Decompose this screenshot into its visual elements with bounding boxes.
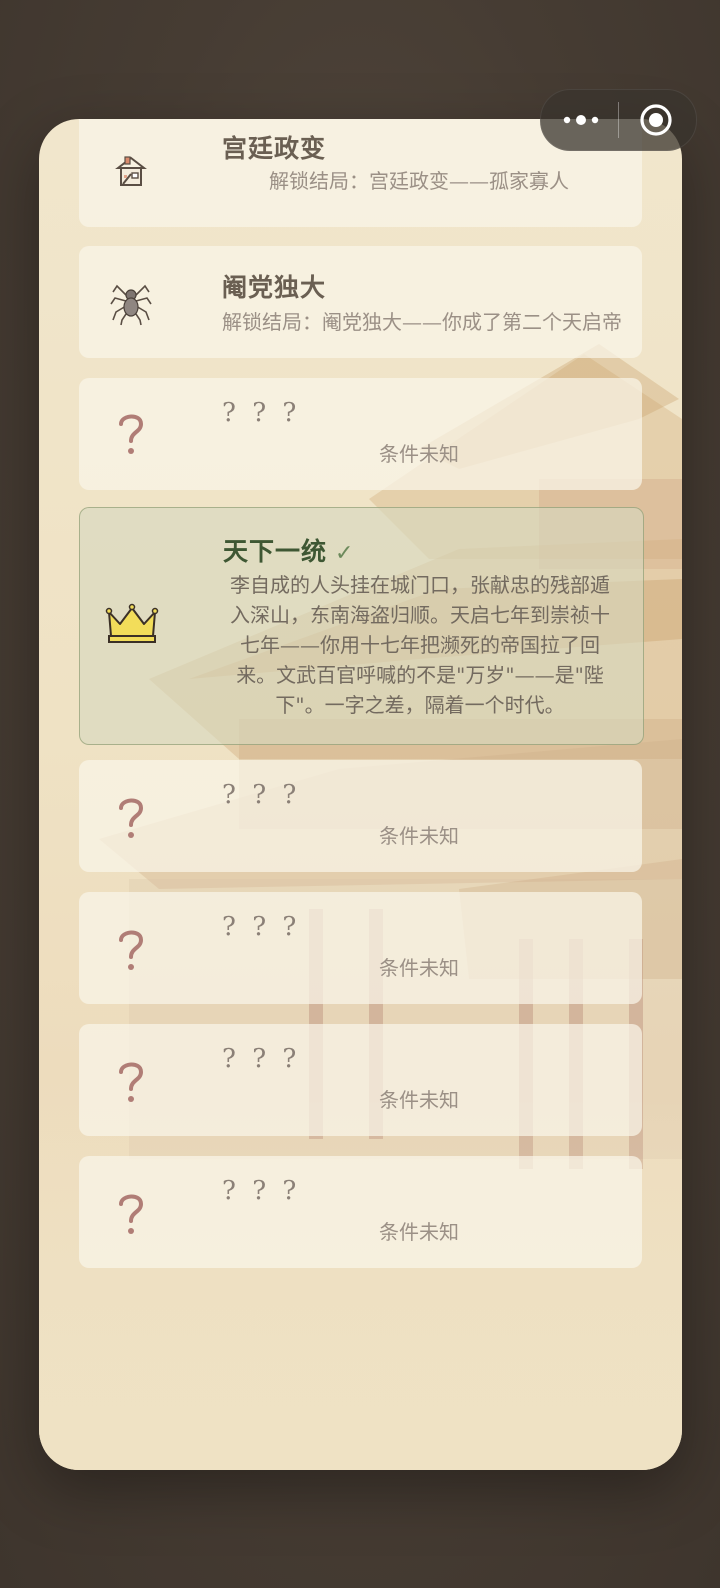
ending-title: 阉党独大 [222, 273, 327, 302]
ending-card-eunuch-faction[interactable]: 阉党独大 解锁结局：阉党独大——你成了第二个天启帝 [79, 246, 642, 358]
ending-description: 条件未知 [379, 956, 459, 980]
crown-icon [102, 594, 162, 654]
ending-card-locked[interactable]: ? ? ? 条件未知 [79, 892, 642, 1004]
ending-description: 条件未知 [379, 1220, 459, 1244]
ending-card-unified-realm[interactable]: 天下一统 ✓ 李自成的人头挂在城门口，张献忠的残部遁入深山，东南海盗归顺。天启七年… [79, 507, 644, 745]
spider-icon [101, 272, 161, 332]
house-icon [101, 141, 161, 201]
ending-title: ? ? ? [222, 1176, 301, 1206]
ending-title-text: 天下一统 [223, 537, 328, 566]
ending-description: 条件未知 [379, 442, 459, 466]
ending-story-text: 李自成的人头挂在城门口，张献忠的残部遁入深山，东南海盗归顺。天启七年到崇祯十七年… [230, 573, 610, 717]
ending-card-locked[interactable]: ? ? ? 条件未知 [79, 1024, 642, 1136]
ending-title: ? ? ? [222, 398, 301, 428]
miniprogram-capsule [540, 89, 697, 151]
ending-card-locked[interactable]: ? ? ? 条件未知 [79, 378, 642, 490]
ending-title: 宫廷政变 [222, 134, 327, 163]
ending-description: 条件未知 [379, 1088, 459, 1112]
ending-title: 天下一统 ✓ [223, 532, 354, 568]
question-icon [101, 404, 161, 464]
ending-description: 条件未知 [379, 824, 459, 848]
ending-card-locked[interactable]: ? ? ? 条件未知 [79, 1156, 642, 1268]
more-dots-icon[interactable] [559, 108, 603, 132]
ending-description: 解锁结局：宫廷政变——孤家寡人 [269, 169, 569, 193]
ending-card-locked[interactable]: ? ? ? 条件未知 [79, 760, 642, 872]
target-circle-icon[interactable] [639, 103, 673, 137]
ending-title: ? ? ? [222, 780, 301, 810]
capsule-divider [618, 102, 619, 138]
question-icon [101, 1184, 161, 1244]
unlocked-check-icon: ✓ [335, 541, 355, 566]
endings-panel[interactable]: 宫廷政变 解锁结局：宫廷政变——孤家寡人 阉党独大 解锁结局：阉党独大——你成了… [39, 119, 682, 1470]
question-icon [101, 1052, 161, 1112]
question-icon [101, 788, 161, 848]
ending-title: ? ? ? [222, 1044, 301, 1074]
question-icon [101, 920, 161, 980]
ending-description: 解锁结局：阉党独大——你成了第二个天启帝 [222, 310, 622, 334]
ending-title: ? ? ? [222, 912, 301, 942]
